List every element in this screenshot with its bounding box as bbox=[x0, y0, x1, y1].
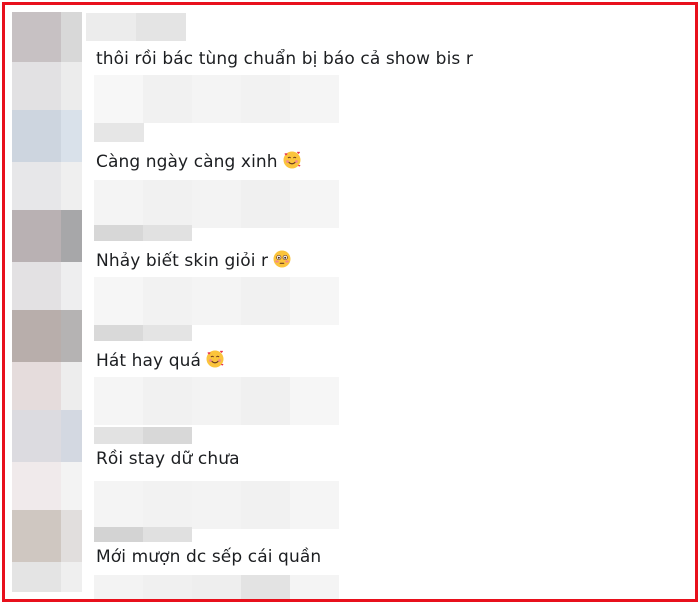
comment-text: Rồi stay dữ chưa bbox=[96, 449, 240, 469]
comment-text: Nhảy biết skin giỏi r bbox=[96, 249, 292, 271]
blurred-username bbox=[94, 225, 192, 241]
blurred-username bbox=[86, 13, 186, 41]
comment-text: Càng ngày càng xinh bbox=[96, 150, 302, 172]
blurred-username bbox=[94, 527, 192, 542]
blurred-username bbox=[94, 123, 144, 142]
comment-item: Nhảy biết skin giỏi r bbox=[5, 205, 685, 325]
comment-text: thôi rồi bác tùng chuẩn bị báo cả show b… bbox=[96, 49, 473, 69]
flushed-face-icon bbox=[273, 250, 291, 268]
smiling-face-with-hearts-icon bbox=[206, 350, 224, 368]
blurred-comment-meta bbox=[94, 575, 339, 599]
screenshot-frame: thôi rồi bác tùng chuẩn bị báo cả show b… bbox=[2, 2, 698, 602]
blurred-username bbox=[94, 325, 192, 341]
comment-item: Rồi stay dữ chưa bbox=[5, 405, 685, 529]
smiling-face-with-hearts-icon bbox=[283, 151, 301, 169]
comment-item: thôi rồi bác tùng chuẩn bị báo cả show b… bbox=[5, 5, 685, 123]
comment-item: Càng ngày càng xinh bbox=[5, 105, 685, 228]
blurred-username bbox=[94, 427, 192, 444]
comment-text: Hát hay quá bbox=[96, 349, 225, 371]
comment-item: Hát hay quá bbox=[5, 305, 685, 425]
comment-text: Mới mượn dc sếp cái quần bbox=[96, 547, 322, 567]
comment-item: Mới mượn dc sếp cái quần bbox=[5, 505, 685, 599]
